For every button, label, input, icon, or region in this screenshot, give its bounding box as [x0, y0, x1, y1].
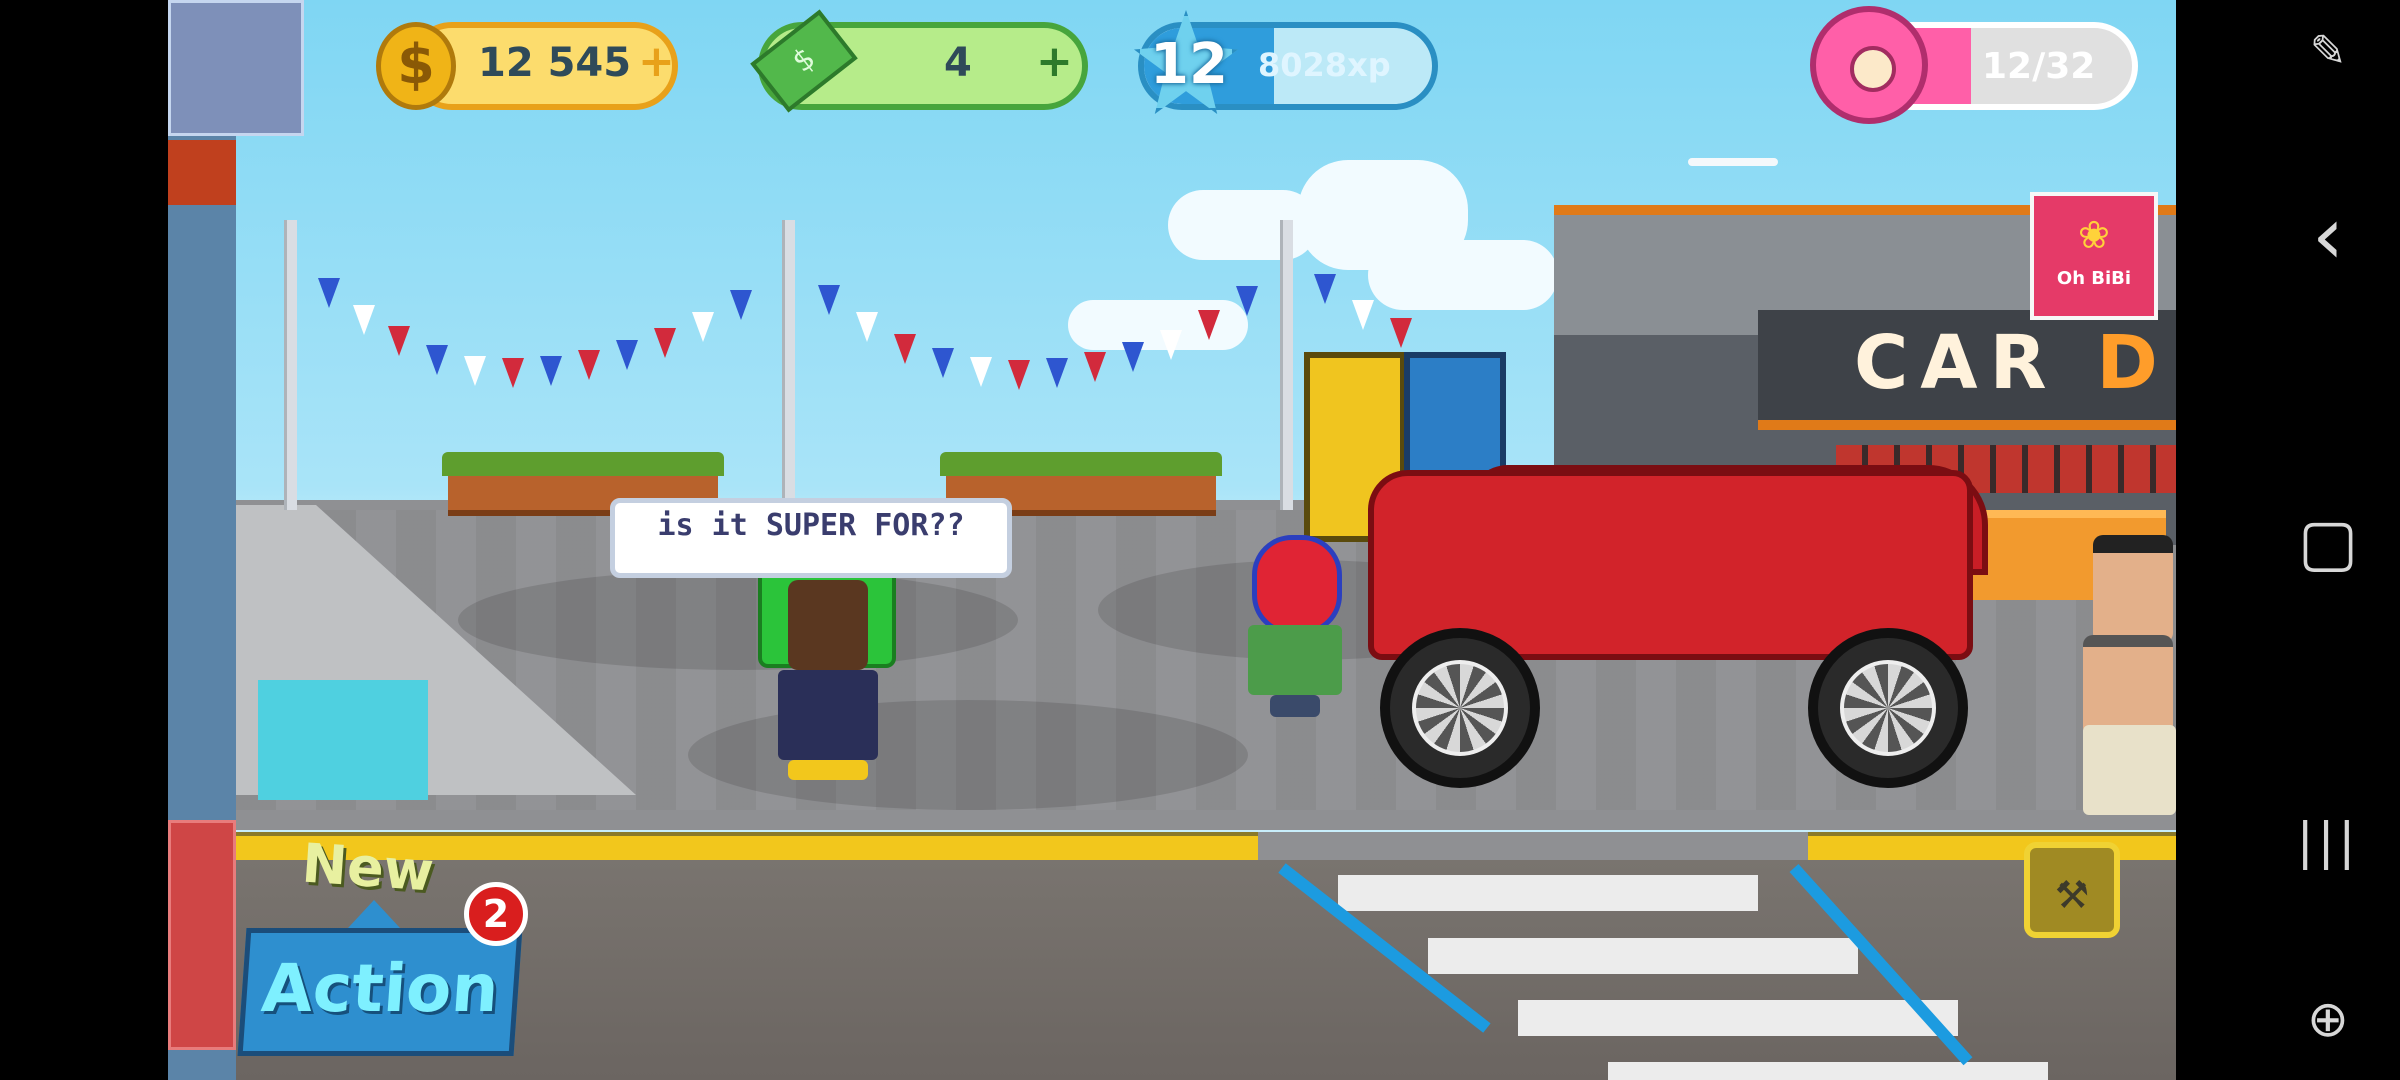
flag-pole: [782, 220, 795, 510]
water: [258, 680, 428, 800]
cash-plus-button[interactable]: +: [1036, 36, 1073, 87]
flame-icon: ❀: [2079, 204, 2109, 260]
friends-button[interactable]: [168, 0, 304, 136]
wrench-icon: ⚒: [2055, 858, 2089, 921]
car-wheel: [1808, 628, 1968, 788]
cash-value: 4: [944, 40, 972, 86]
coins-plus-button[interactable]: +: [638, 36, 675, 87]
action-button[interactable]: Action: [237, 928, 523, 1056]
side-panel: [168, 0, 236, 1080]
shadow: [458, 570, 1018, 670]
wrench-button[interactable]: ⚒: [2024, 842, 2120, 938]
car-wheel: [1380, 628, 1540, 788]
sign-main: CAR: [1854, 320, 2059, 406]
crosswalk-stripe: [1338, 875, 1758, 911]
side-panel-tab[interactable]: [168, 820, 236, 1050]
curb-gap: [1258, 832, 1808, 860]
plane-icon: [1688, 158, 1778, 166]
xp-value: 8028xp: [1258, 46, 1391, 84]
coins-value: 12 545: [478, 40, 632, 86]
dealership-sign-text: CAR DE: [1854, 320, 2176, 406]
flag-pole: [1280, 220, 1293, 510]
character-mechanic[interactable]: [2083, 535, 2176, 825]
game-controller-icon[interactable]: ⊕: [2296, 990, 2360, 1048]
system-nav-bar: [2176, 0, 2400, 1080]
level-value: 12: [1150, 32, 1228, 97]
screenshot-tool-icon[interactable]: ✎: [2296, 26, 2360, 77]
donut-value: 12/32: [1982, 46, 2096, 87]
logo-text: Oh BiBi: [2056, 268, 2132, 289]
brand-logo: ❀ Oh BiBi: [2030, 192, 2158, 320]
game-viewport[interactable]: CAR DE ❀ Oh BiBi is it SUPER FO: [168, 0, 2176, 1080]
back-button[interactable]: ‹: [2296, 196, 2360, 276]
speech-bubble: is it SUPER FOR??: [610, 498, 1012, 578]
arrow-up-icon: [348, 900, 400, 928]
cloud: [1168, 190, 1318, 260]
sign-accent: DE: [2096, 320, 2176, 406]
character-luchador[interactable]: [1240, 535, 1350, 725]
notification-badge: 2: [464, 882, 528, 946]
donut-icon: [1810, 6, 1928, 124]
crosswalk-stripe: [1428, 938, 1858, 974]
character-rasta[interactable]: [748, 550, 898, 790]
new-label: New: [299, 831, 436, 904]
cloud: [1068, 300, 1248, 350]
crosswalk-stripe: [1608, 1062, 2048, 1080]
coin-icon: $: [376, 22, 456, 110]
flag-pole: [284, 220, 297, 510]
home-button[interactable]: ▢: [2296, 506, 2360, 580]
recents-button[interactable]: |||: [2296, 812, 2360, 870]
crosswalk-stripe: [1518, 1000, 1958, 1036]
cloud: [1368, 240, 1558, 310]
